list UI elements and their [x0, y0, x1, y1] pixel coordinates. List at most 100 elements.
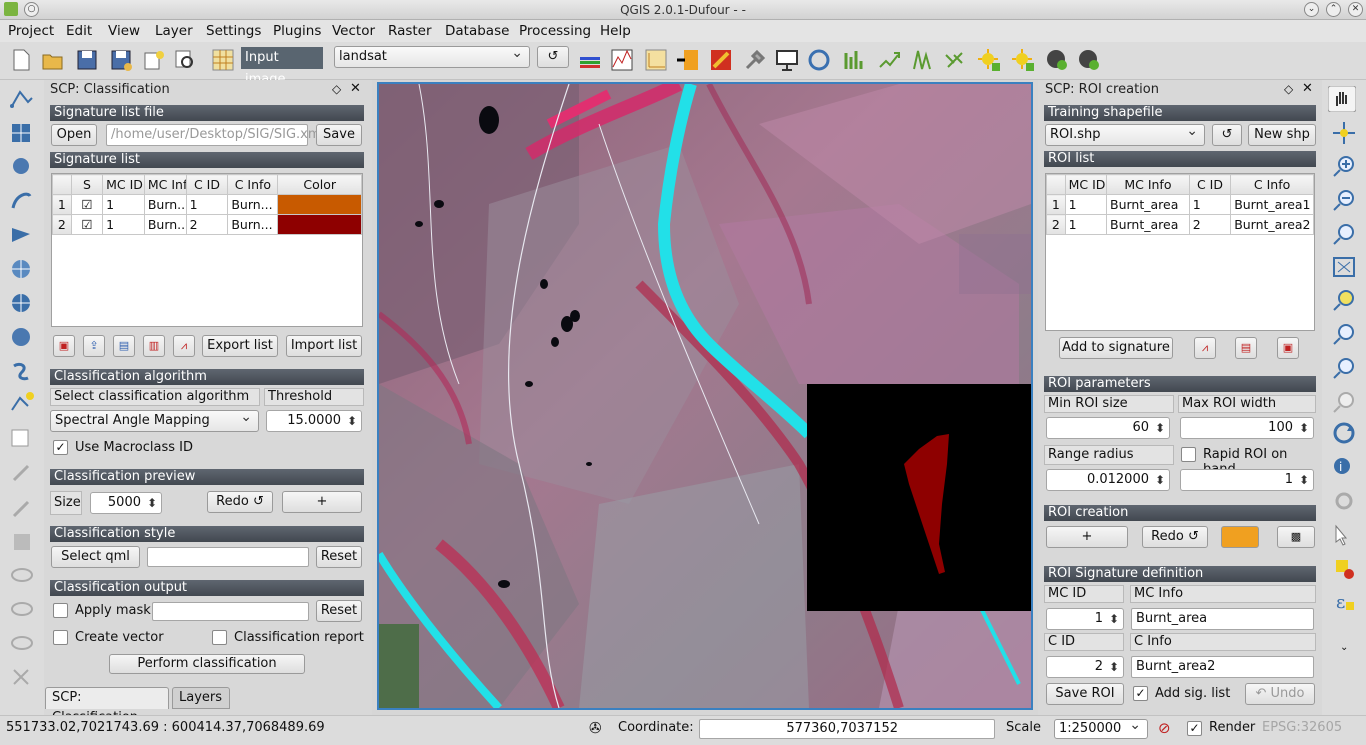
- reload-icon[interactable]: [806, 47, 832, 73]
- zoom-full-icon[interactable]: [1330, 254, 1358, 280]
- table-row[interactable]: 1 ☑ 1 Burn... 1 Burn...: [52, 194, 362, 215]
- add-to-plot-icon[interactable]: ⩘: [173, 335, 195, 357]
- mc-info-field[interactable]: Burnt_area: [1131, 608, 1314, 630]
- close-panel-icon[interactable]: ✕: [1302, 81, 1313, 96]
- save-edits-icon[interactable]: [8, 528, 36, 554]
- c-id-cell[interactable]: 2: [185, 214, 229, 235]
- scp-grid-icon[interactable]: [210, 47, 236, 73]
- menu-project[interactable]: Project: [8, 23, 54, 39]
- histogram-icon[interactable]: [842, 47, 868, 73]
- refresh-shapefile-button[interactable]: ↺: [1212, 124, 1242, 146]
- signature-checkbox[interactable]: ☑: [70, 194, 104, 215]
- mc-id-cell[interactable]: 1: [1064, 214, 1108, 235]
- column-header-c-id[interactable]: C ID: [185, 174, 229, 195]
- band-set-icon[interactable]: [577, 47, 603, 73]
- mc-info-cell[interactable]: Burnt_area: [1106, 214, 1190, 235]
- menu-raster[interactable]: Raster: [388, 23, 432, 39]
- classification-report-checkbox[interactable]: [212, 630, 227, 645]
- spectral-plot-icon[interactable]: [609, 47, 635, 73]
- deselect-icon[interactable]: [1330, 556, 1358, 582]
- create-vector-checkbox[interactable]: [53, 630, 68, 645]
- pencil-icon[interactable]: [8, 494, 36, 520]
- roi-redo-button[interactable]: Redo ↺: [1142, 526, 1208, 548]
- max-roi-width-spinbox[interactable]: 100: [1180, 417, 1314, 439]
- delete-signature-icon[interactable]: ▣: [53, 335, 75, 357]
- add-feature-icon[interactable]: [8, 562, 36, 588]
- download-sentinel-icon[interactable]: [1076, 47, 1102, 73]
- identify-icon[interactable]: i: [1330, 454, 1358, 480]
- c-info-cell[interactable]: Burnt_area1: [1230, 194, 1314, 215]
- table-row[interactable]: 2 ☑ 1 Burn... 2 Burn...: [52, 214, 362, 235]
- export-list-button[interactable]: Export list: [202, 335, 278, 357]
- open-signature-button[interactable]: Open: [51, 124, 97, 146]
- signature-file-path[interactable]: /home/user/Desktop/SIG/SIG.xml: [106, 124, 324, 146]
- add-delimited-text-icon[interactable]: [8, 358, 36, 384]
- band-calc-icon[interactable]: [876, 47, 902, 73]
- preview-add-button[interactable]: +: [282, 491, 362, 513]
- action-icon[interactable]: [1330, 488, 1358, 514]
- macroclass-checkbox[interactable]: ✓: [53, 440, 68, 455]
- c-id-cell[interactable]: 1: [185, 194, 229, 215]
- mask-path-field[interactable]: [152, 602, 309, 621]
- add-sig-list-checkbox[interactable]: ✓: [1133, 686, 1148, 701]
- maximize-icon[interactable]: ⌃: [1326, 2, 1341, 17]
- mc-info-cell[interactable]: Burn...: [143, 194, 187, 215]
- range-radius-spinbox[interactable]: 0.012000: [1046, 469, 1170, 491]
- menu-vector[interactable]: Vector: [332, 23, 375, 39]
- select-qml-button[interactable]: Select qml: [51, 546, 140, 568]
- style-reset-button[interactable]: Reset: [316, 546, 362, 568]
- mc-info-cell[interactable]: Burnt_area: [1106, 194, 1190, 215]
- close-window-icon[interactable]: ✕: [1348, 2, 1363, 17]
- apply-mask-checkbox[interactable]: [53, 603, 68, 618]
- zoom-to-selection-icon[interactable]: [1330, 288, 1358, 314]
- threshold-spinbox[interactable]: 15.0000: [266, 410, 362, 432]
- zoom-to-layer-icon[interactable]: [1330, 322, 1358, 348]
- c-id-spinbox[interactable]: 2: [1046, 656, 1124, 678]
- mc-id-cell[interactable]: 1: [1064, 194, 1108, 215]
- zoom-last-icon[interactable]: [1330, 356, 1358, 382]
- delete-selected-icon[interactable]: [8, 664, 36, 690]
- color-cell[interactable]: [277, 214, 362, 235]
- add-spatialite-icon[interactable]: [8, 188, 36, 214]
- c-info-field[interactable]: Burnt_area2: [1131, 656, 1314, 678]
- column-header-mc-info[interactable]: MC Info: [1106, 174, 1190, 195]
- table-row[interactable]: 1 1 Burnt_area 1 Burnt_area1: [1046, 194, 1314, 215]
- algorithm-select[interactable]: Spectral Angle Mapping: [50, 407, 259, 432]
- mc-id-spinbox[interactable]: 1: [1046, 608, 1124, 630]
- minimize-icon[interactable]: ⌄: [1304, 2, 1319, 17]
- new-shp-button[interactable]: New shp: [1248, 124, 1316, 146]
- menu-help[interactable]: Help: [600, 23, 631, 39]
- add-wms-icon[interactable]: [8, 256, 36, 282]
- roi-spectral-plot-icon[interactable]: ⩘: [1194, 337, 1216, 359]
- c-info-cell[interactable]: Burnt_area2: [1230, 214, 1314, 235]
- node-tool-icon[interactable]: [8, 630, 36, 656]
- render-checkbox[interactable]: ✓: [1187, 721, 1202, 736]
- column-header-mc-id[interactable]: MC ID: [102, 174, 145, 195]
- menu-view[interactable]: View: [108, 23, 140, 39]
- download-landsat-icon[interactable]: [1044, 47, 1070, 73]
- tab-layers[interactable]: Layers: [172, 687, 230, 709]
- add-mssql-icon[interactable]: [8, 222, 36, 248]
- color-cell[interactable]: [277, 194, 362, 215]
- add-to-signature-button[interactable]: Add to signature: [1059, 337, 1173, 359]
- input-image-select[interactable]: landsat: [334, 43, 530, 68]
- toolbar-more-icon[interactable]: ⌄: [1340, 642, 1348, 653]
- undo-button[interactable]: ↶ Undo: [1245, 683, 1315, 705]
- refresh-image-button[interactable]: ↺: [537, 46, 569, 68]
- presentation-icon[interactable]: [774, 47, 800, 73]
- band-spinbox[interactable]: 1: [1180, 469, 1314, 491]
- menu-plugins[interactable]: Plugins: [273, 23, 321, 39]
- toggle-editing-icon[interactable]: [8, 424, 36, 450]
- min-roi-size-spinbox[interactable]: 60: [1046, 417, 1170, 439]
- column-header-c-id[interactable]: C ID: [1188, 174, 1232, 195]
- mc-id-cell[interactable]: 1: [102, 194, 145, 215]
- c-id-cell[interactable]: 1: [1188, 194, 1232, 215]
- zoom-to-preview-icon[interactable]: [675, 47, 701, 73]
- zoom-out-icon[interactable]: [1330, 188, 1358, 214]
- rapid-roi-checkbox[interactable]: [1181, 447, 1196, 462]
- column-header-s[interactable]: S: [70, 174, 104, 195]
- create-roi-button[interactable]: +: [1046, 526, 1128, 548]
- import-usgs-icon[interactable]: ▤: [113, 335, 135, 357]
- c-info-cell[interactable]: Burn...: [227, 194, 279, 215]
- c-info-cell[interactable]: Burn...: [227, 214, 279, 235]
